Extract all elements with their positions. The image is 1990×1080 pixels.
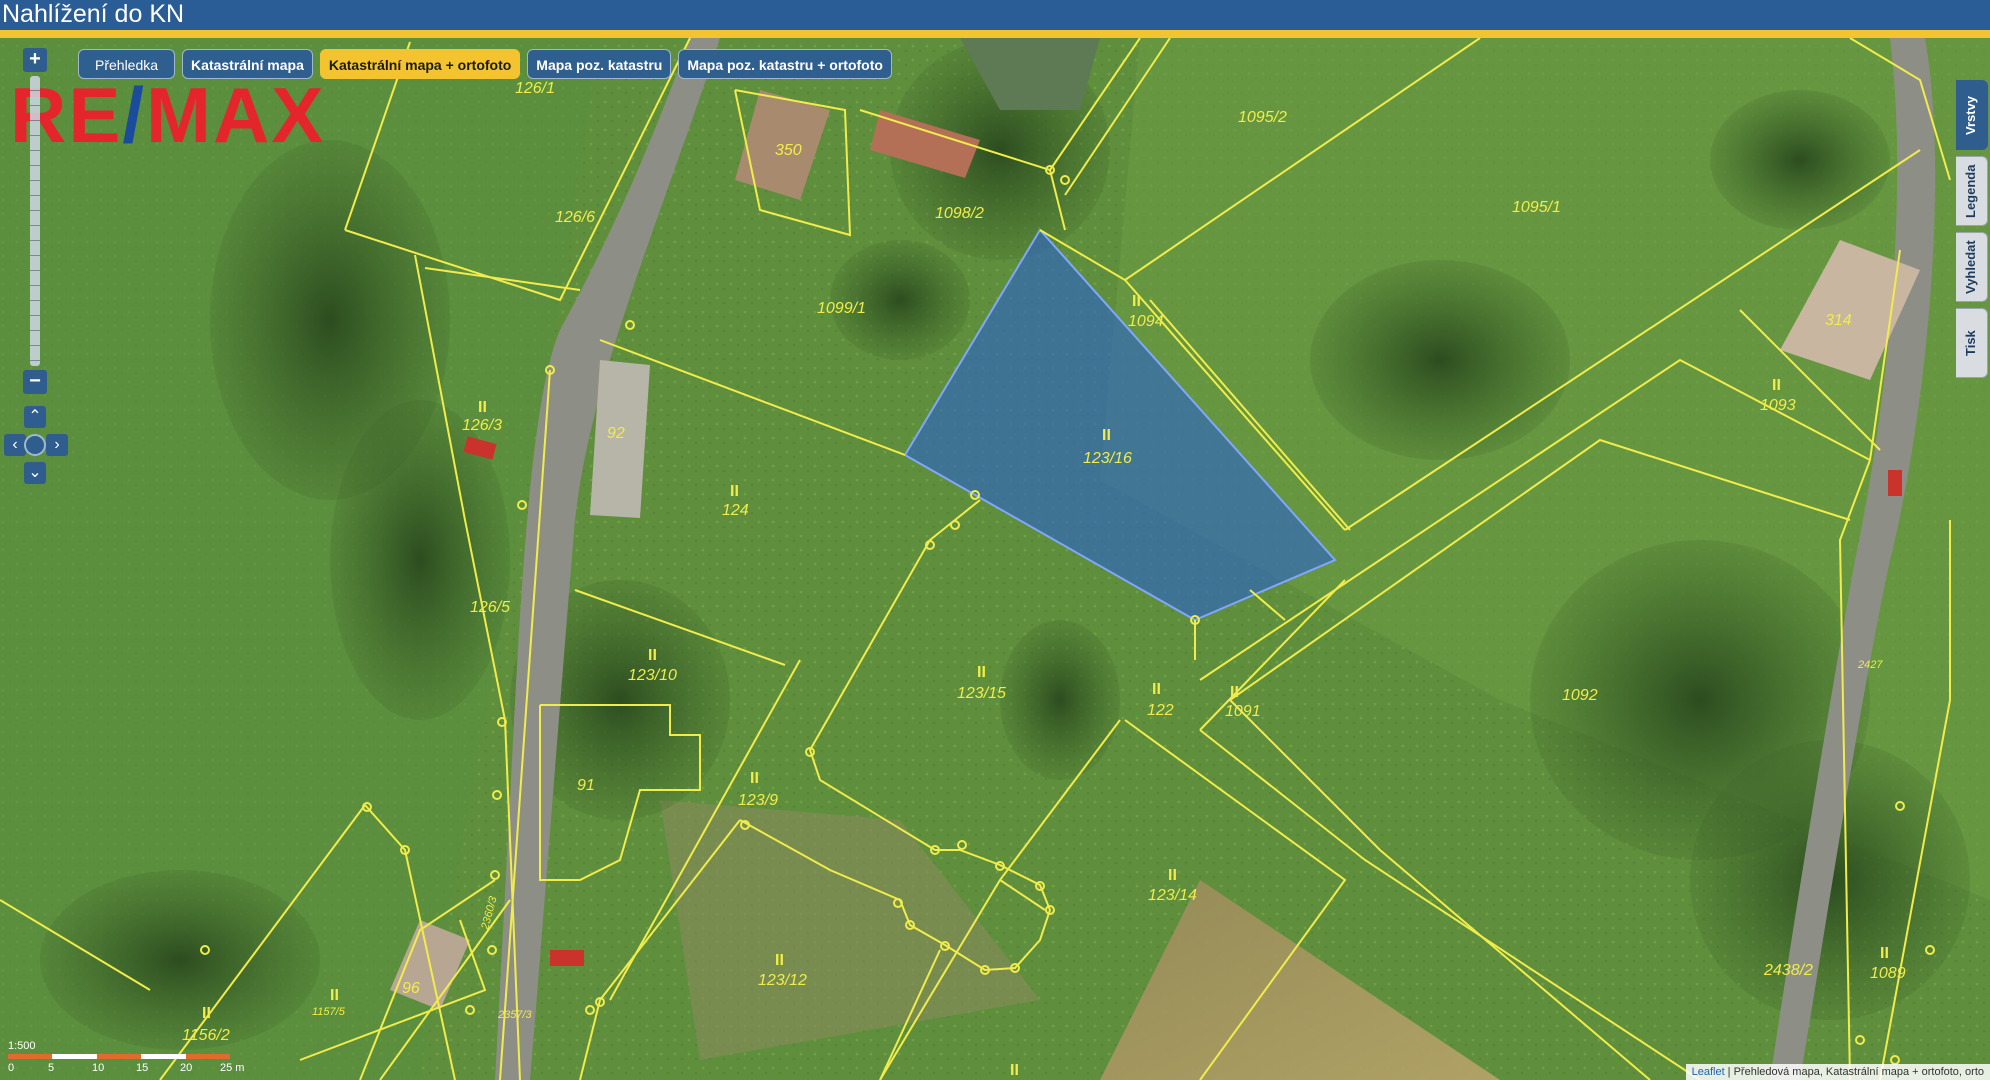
svg-text:II: II (1152, 681, 1161, 698)
scale-tick: 5 (48, 1062, 55, 1074)
pan-right-icon[interactable]: › (46, 434, 68, 456)
svg-text:II: II (478, 399, 487, 416)
parcel-label: 126/1 (515, 80, 555, 97)
svg-text:II: II (1010, 1062, 1019, 1079)
parcel-label: 2427 (1857, 659, 1883, 671)
parcel-label: 350 (775, 142, 802, 159)
scale-tick: 25 m (220, 1062, 245, 1074)
zoom-control: + − (23, 48, 47, 394)
page-title: Nahlížení do KN (2, 0, 185, 28)
scale-tick: 20 (180, 1062, 193, 1074)
pan-center-icon[interactable] (24, 434, 46, 456)
zoom-slider-ticks (30, 76, 40, 366)
attribution-text: | Přehledová mapa, Katastrální mapa + or… (1724, 1066, 1984, 1078)
tab-mapa-poz-katastru-ortofoto[interactable]: Mapa poz. katastru + ortofoto (678, 49, 892, 79)
scale-tick: 0 (8, 1062, 15, 1074)
logo-slash: / (122, 71, 147, 159)
svg-text:II: II (1102, 427, 1111, 444)
svg-text:II: II (1772, 377, 1781, 394)
parcel-label: 123/9 (738, 792, 778, 809)
zoom-slider[interactable] (30, 76, 40, 366)
map-canvas[interactable]: 126/1 350 1098/2 1095/2 1095/1 126/6 109… (0, 38, 1990, 1080)
parcel-label: 2438/2 (1763, 962, 1813, 979)
svg-text:II: II (730, 483, 739, 500)
pan-up-icon[interactable]: ⌃ (24, 406, 46, 428)
svg-text:II: II (648, 647, 657, 664)
svg-text:II: II (775, 952, 784, 969)
parcel-label: 1098/2 (935, 205, 984, 222)
pan-left-icon[interactable]: ‹ (4, 434, 26, 456)
side-panel-tabs: Vrstvy Legenda Vyhledat Tisk (1956, 80, 1990, 384)
tab-tisk[interactable]: Tisk (1956, 308, 1988, 378)
car (550, 950, 584, 966)
parcel-label: 1091 (1225, 703, 1261, 720)
parcel-label: 92 (607, 425, 625, 442)
parcel-label: 314 (1825, 312, 1852, 329)
logo-part: MAX (146, 71, 326, 159)
scale-tick: 15 (136, 1062, 149, 1074)
svg-text:II: II (1880, 945, 1889, 962)
parcel-label: 123/12 (758, 972, 807, 989)
parcel-label: 1092 (1562, 687, 1598, 704)
zoom-out-button[interactable]: − (23, 370, 47, 394)
svg-text:II: II (330, 987, 339, 1004)
tree-mass (1000, 620, 1120, 780)
parcel-label: 123/14 (1148, 887, 1197, 904)
parcel-label: 1157/5 (312, 1006, 346, 1018)
svg-text:II: II (977, 664, 986, 681)
parcel-label: 124 (722, 502, 749, 519)
zoom-in-button[interactable]: + (23, 48, 47, 72)
parcel-label: 1093 (1760, 397, 1796, 414)
tree-mass (40, 870, 320, 1050)
app-window: Nahlížení do KN 126/1 350 1098/2 1095/2 … (0, 0, 1990, 1080)
tab-legenda[interactable]: Legenda (1956, 156, 1988, 226)
parcel-label: 126/6 (555, 209, 595, 226)
pan-control: ⌃ ‹ › ⌄ (4, 404, 68, 486)
tab-vrstvy[interactable]: Vrstvy (1956, 80, 1988, 150)
parcel-label: 1094 (1128, 313, 1164, 330)
svg-text:II: II (1230, 684, 1239, 701)
parcel-label: 2357/3 (497, 1009, 533, 1021)
car (1888, 470, 1902, 496)
svg-text:II: II (1132, 293, 1141, 310)
pan-down-icon[interactable]: ⌄ (24, 462, 46, 484)
scale-bar: 1:500 0 5 10 15 20 25 m (8, 1040, 248, 1080)
tab-katastralni-mapa-ortofoto[interactable]: Katastrální mapa + ortofoto (319, 49, 521, 79)
scale-tick: 10 (92, 1062, 105, 1074)
parcel-label: 91 (577, 777, 595, 794)
parcel-label: 123/15 (957, 685, 1006, 702)
parcel-label: 126/3 (462, 417, 502, 434)
map-attribution: Leaflet | Přehledová mapa, Katastrální m… (1685, 1064, 1990, 1080)
parcel-label: 1095/1 (1512, 199, 1561, 216)
map-svg[interactable]: 126/1 350 1098/2 1095/2 1095/1 126/6 109… (0, 38, 1990, 1080)
svg-text:II: II (202, 1005, 211, 1022)
parcel-label: 126/5 (470, 599, 510, 616)
parcel-label: 1095/2 (1238, 109, 1287, 126)
remax-logo: RE/MAX (10, 76, 325, 154)
tree-mass (1710, 90, 1890, 230)
leaflet-link[interactable]: Leaflet (1692, 1066, 1725, 1078)
header-bar: Nahlížení do KN (0, 0, 1990, 38)
parcel-label: 1099/1 (817, 300, 866, 317)
parcel-label: 122 (1147, 702, 1174, 719)
tree-mass (1310, 260, 1570, 460)
svg-text:II: II (750, 770, 759, 787)
tab-vyhledat[interactable]: Vyhledat (1956, 232, 1988, 302)
parcel-label: 1089 (1870, 965, 1906, 982)
parcel-label: 123/10 (628, 667, 677, 684)
scale-segments (8, 1054, 231, 1059)
svg-text:II: II (1168, 867, 1177, 884)
tab-mapa-poz-katastru[interactable]: Mapa poz. katastru (527, 49, 672, 79)
scale-ratio: 1:500 (8, 1040, 36, 1052)
parcel-label: 123/16 (1083, 450, 1132, 467)
parcel-label: 96 (402, 980, 420, 997)
